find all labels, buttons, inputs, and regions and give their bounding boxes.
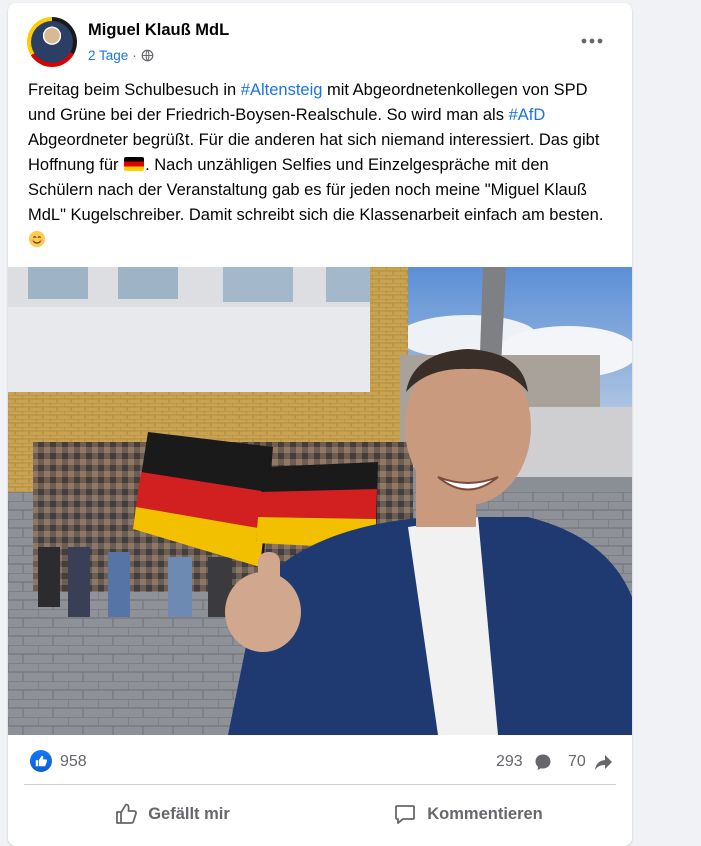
post-timestamp[interactable]: 2 Tage xyxy=(88,48,128,63)
more-options-button[interactable] xyxy=(574,27,610,55)
post-photo[interactable] xyxy=(8,267,632,735)
post-meta: 2 Tage · xyxy=(88,48,154,63)
like-button[interactable]: Gefällt mir xyxy=(24,786,320,842)
like-count[interactable]: 958 xyxy=(60,753,87,771)
hashtag-link-afd[interactable]: #AfD xyxy=(509,106,546,124)
like-button-label: Gefällt mir xyxy=(148,804,230,823)
post-text: Freitag beim Schulbesuch in #Altensteig … xyxy=(28,78,618,253)
photo-illustration xyxy=(8,267,632,735)
comment-button-label: Kommentieren xyxy=(427,804,543,823)
comment-count[interactable]: 293 xyxy=(496,753,523,771)
comment-bubble-icon xyxy=(535,754,551,770)
author-name[interactable]: Miguel Klauß MdL xyxy=(88,21,229,40)
post-text-part: Freitag beim Schulbesuch in xyxy=(28,81,241,99)
thumbs-up-outline-icon xyxy=(116,803,138,824)
stats-divider xyxy=(24,784,616,785)
hashtag-link-altensteig[interactable]: #Altensteig xyxy=(241,81,323,99)
smiling-face-emoji xyxy=(28,230,46,248)
like-reaction-icon[interactable] xyxy=(30,750,52,772)
more-dots-icon xyxy=(581,38,603,44)
post-header: Miguel Klauß MdL 2 Tage · xyxy=(8,3,632,73)
german-flag-emoji xyxy=(124,157,145,171)
post-card: Miguel Klauß MdL 2 Tage · Freitag beim S… xyxy=(8,3,632,846)
thumbs-up-icon xyxy=(35,755,47,767)
share-arrow-icon xyxy=(595,755,612,770)
post-stats: 958 293 70 xyxy=(8,746,632,780)
share-count[interactable]: 70 xyxy=(568,753,586,771)
author-avatar[interactable] xyxy=(27,17,77,67)
comment-button[interactable]: Kommentieren xyxy=(320,786,616,842)
comment-outline-icon xyxy=(395,805,416,824)
globe-icon xyxy=(141,49,154,62)
action-bar: Gefällt mir Kommentieren xyxy=(24,786,616,842)
meta-separator: · xyxy=(132,48,137,63)
